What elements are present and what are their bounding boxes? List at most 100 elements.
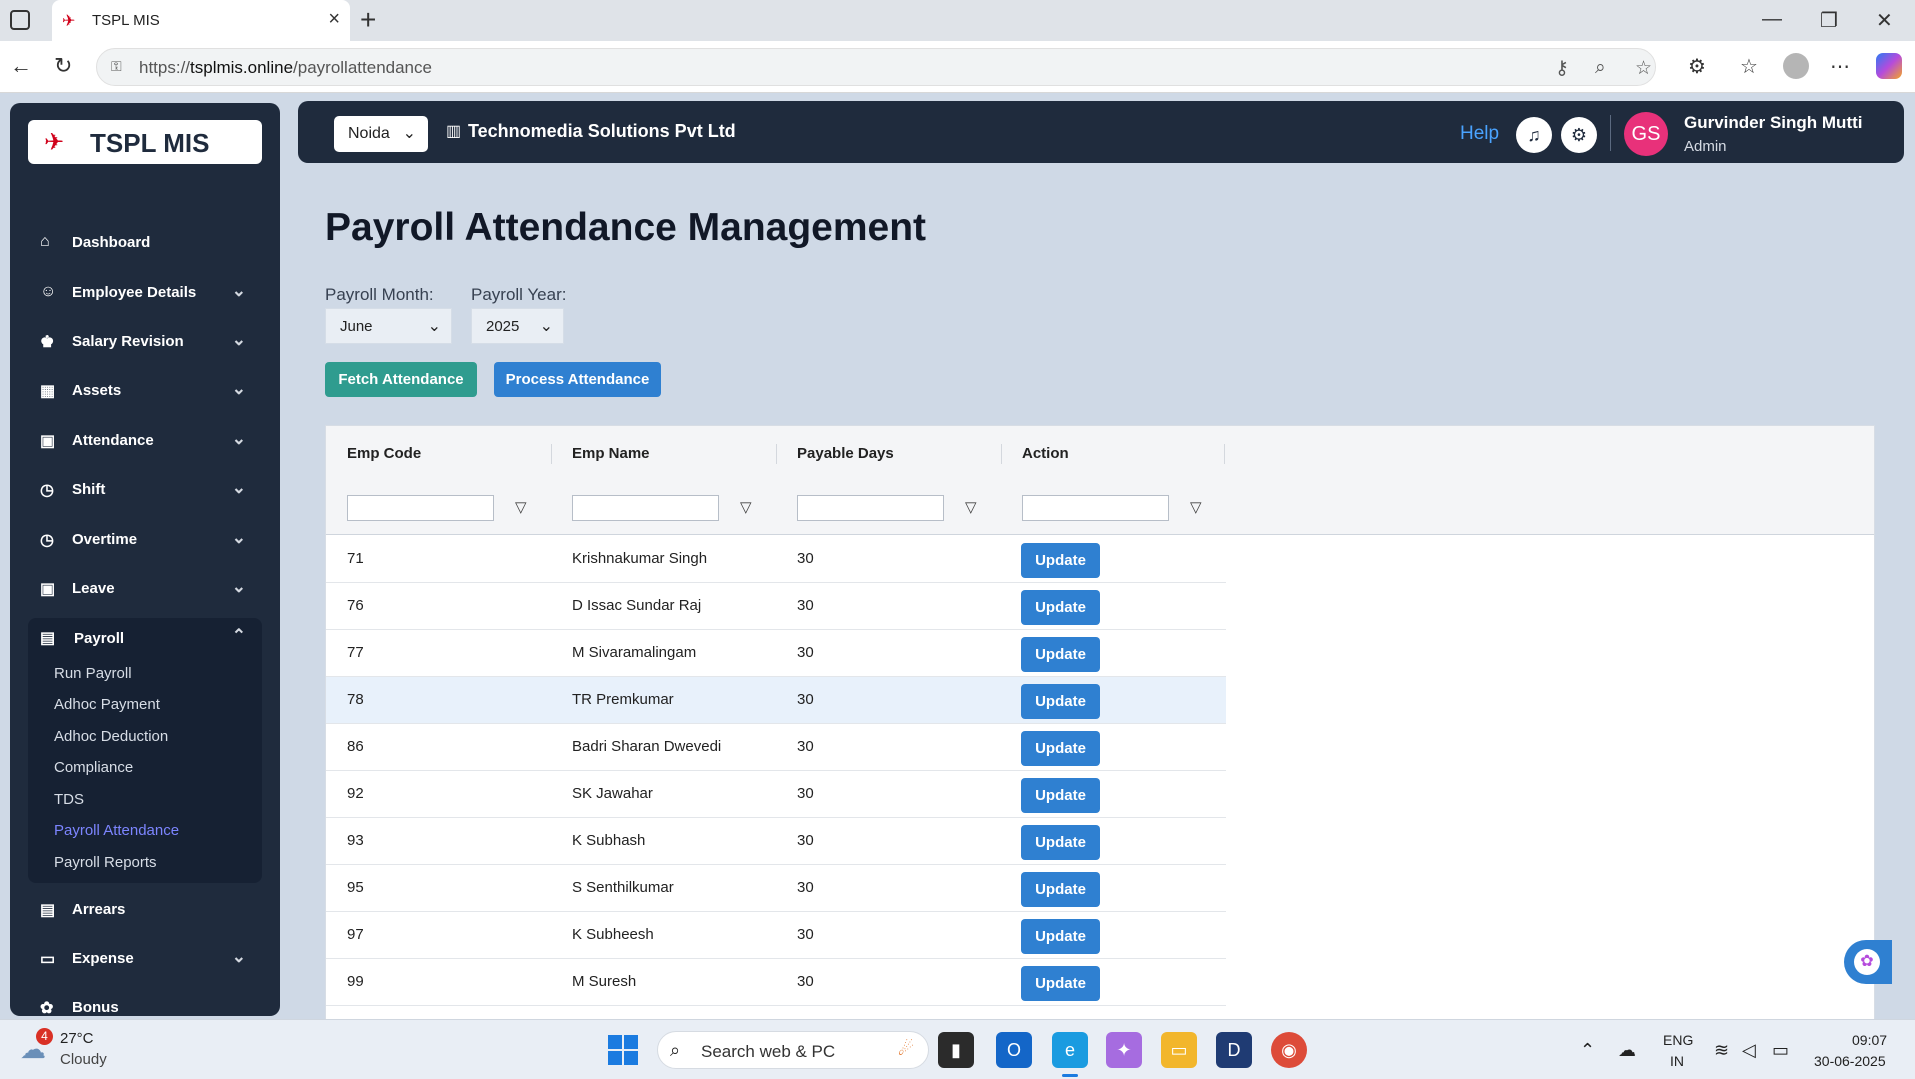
wifi-icon[interactable]: ≋ [1714, 1040, 1729, 1061]
sidebar-sub-run-payroll[interactable]: Run Payroll [54, 665, 132, 682]
table-row[interactable]: 71 Krishnakumar Singh 30 Update [326, 536, 1226, 583]
table-row[interactable]: 95 S Senthilkumar 30 Update [326, 865, 1226, 912]
sidebar-item-leave[interactable]: ▣ Leave ⌄ [28, 569, 262, 609]
user-name[interactable]: Gurvinder Singh Mutti [1684, 113, 1863, 133]
clock-date[interactable]: 30-06-2025 [1814, 1053, 1886, 1069]
help-link[interactable]: Help [1460, 123, 1499, 145]
sidebar-sub-tds[interactable]: TDS [54, 791, 84, 808]
column-separator[interactable] [551, 444, 552, 464]
filter-icon[interactable]: ▽ [515, 498, 527, 516]
column-header-emp-name[interactable]: Emp Name [572, 445, 650, 475]
edge-icon[interactable]: e [1052, 1032, 1088, 1068]
filter-payable-days-input[interactable] [797, 495, 944, 521]
update-button[interactable]: Update [1021, 966, 1100, 1001]
sidebar-item-salary-revision[interactable]: ♚ Salary Revision ⌄ [28, 322, 262, 362]
password-key-icon[interactable]: ⚷ [1555, 57, 1569, 80]
zoom-icon[interactable]: ⌕ [1595, 57, 1606, 79]
app-logo[interactable]: ✈ TSPL MIS [28, 120, 262, 164]
table-row[interactable]: 99 M Suresh 30 Update [326, 959, 1226, 1006]
update-button[interactable]: Update [1021, 872, 1100, 907]
restore-icon[interactable]: ❐ [1820, 8, 1838, 33]
favorites-icon[interactable]: ☆ [1740, 54, 1758, 79]
sidebar-sub-payroll-reports[interactable]: Payroll Reports [54, 854, 157, 871]
sidebar-sub-payroll-attendance[interactable]: Payroll Attendance [54, 822, 179, 839]
filter-emp-code-input[interactable] [347, 495, 494, 521]
weather-temperature[interactable]: 27°C [60, 1030, 94, 1047]
update-button[interactable]: Update [1021, 637, 1100, 672]
windows-start-icon[interactable] [608, 1035, 638, 1065]
filter-action-input[interactable] [1022, 495, 1169, 521]
task-view-icon[interactable]: ▮ [938, 1032, 974, 1068]
update-button[interactable]: Update [1021, 731, 1100, 766]
table-row[interactable]: 76 D Issac Sundar Raj 30 Update [326, 583, 1226, 630]
close-window-icon[interactable]: ✕ [1876, 8, 1893, 33]
taskbar-search[interactable]: ⌕ Search web & PC ☄ [657, 1031, 929, 1069]
sidebar-sub-adhoc-deduction[interactable]: Adhoc Deduction [54, 728, 168, 745]
region-indicator[interactable]: IN [1670, 1053, 1684, 1069]
notification-bell-icon[interactable]: ♫ [1516, 117, 1552, 153]
sidebar-sub-compliance[interactable]: Compliance [54, 759, 133, 776]
table-row[interactable]: 77 M Sivaramalingam 30 Update [326, 630, 1226, 677]
url-text[interactable]: https://tsplmis.online/payrollattendance [139, 58, 432, 78]
column-separator[interactable] [1224, 444, 1225, 464]
update-button[interactable]: Update [1021, 919, 1100, 954]
table-row[interactable]: 97 K Subheesh 30 Update [326, 912, 1226, 959]
sidebar-item-arrears[interactable]: ▤ Arrears [28, 890, 262, 930]
avatar[interactable]: GS [1624, 112, 1668, 156]
update-button[interactable]: Update [1021, 543, 1100, 578]
sidebar-item-payroll[interactable]: ▤ Payroll ⌃ [28, 618, 262, 658]
table-row[interactable]: 78 TR Premkumar 30 Update [326, 677, 1226, 724]
chat-assistant-button[interactable]: ✿ [1844, 940, 1892, 984]
copilot-app-icon[interactable]: ✦ [1106, 1032, 1142, 1068]
update-button[interactable]: Update [1021, 825, 1100, 860]
payroll-year-select[interactable]: 2025 ⌄ [471, 308, 564, 344]
more-menu-icon[interactable]: ⋯ [1830, 54, 1850, 79]
sidebar-item-overtime[interactable]: ◷ Overtime ⌄ [28, 520, 262, 560]
column-header-payable-days[interactable]: Payable Days [797, 445, 894, 475]
weather-description[interactable]: Cloudy [60, 1051, 107, 1068]
minimize-icon[interactable]: — [1762, 8, 1782, 31]
filter-icon[interactable]: ▽ [1190, 498, 1202, 516]
site-info-icon[interactable]: ⚿ [111, 58, 127, 76]
sidebar-item-expense[interactable]: ▭ Expense ⌄ [28, 939, 262, 979]
volume-icon[interactable]: ◁ [1742, 1040, 1756, 1061]
profile-icon[interactable] [1783, 53, 1809, 79]
column-header-emp-code[interactable]: Emp Code [347, 445, 421, 475]
sidebar-item-bonus[interactable]: ✿ Bonus [28, 988, 262, 1016]
filter-icon[interactable]: ▽ [740, 498, 752, 516]
favorite-star-icon[interactable]: ☆ [1635, 57, 1652, 80]
location-select[interactable]: Noida ⌄ [334, 116, 428, 152]
battery-icon[interactable]: ▭ [1772, 1040, 1789, 1061]
sidebar-item-dashboard[interactable]: ⌂ Dashboard [28, 223, 262, 263]
sidebar-item-assets[interactable]: ▦ Assets ⌄ [28, 371, 262, 411]
update-button[interactable]: Update [1021, 684, 1100, 719]
update-button[interactable]: Update [1021, 778, 1100, 813]
tab-close-icon[interactable]: × [328, 8, 340, 31]
onedrive-icon[interactable]: ☁ [1618, 1040, 1636, 1061]
process-attendance-button[interactable]: Process Attendance [494, 362, 661, 397]
table-row[interactable]: 93 K Subhash 30 Update [326, 818, 1226, 865]
sidebar-item-employee-details[interactable]: ☺ Employee Details ⌄ [28, 273, 262, 313]
url-field[interactable]: ⚿ https://tsplmis.online/payrollattendan… [96, 48, 1656, 86]
table-row[interactable]: 86 Badri Sharan Dwevedi 30 Update [326, 724, 1226, 771]
filter-emp-name-input[interactable] [572, 495, 719, 521]
sidebar-sub-adhoc-payment[interactable]: Adhoc Payment [54, 696, 160, 713]
settings-gear-icon[interactable]: ⚙ [1561, 117, 1597, 153]
new-tab-icon[interactable]: + [360, 4, 376, 36]
back-icon[interactable]: ← [10, 53, 32, 79]
clock-time[interactable]: 09:07 [1852, 1032, 1887, 1048]
reload-icon[interactable]: ↻ [54, 53, 72, 79]
column-separator[interactable] [1001, 444, 1002, 464]
column-header-action[interactable]: Action [1022, 445, 1069, 475]
tab-actions-icon[interactable] [10, 10, 30, 30]
chrome-icon[interactable]: ◉ [1271, 1032, 1307, 1068]
browser-tab[interactable]: ✈ TSPL MIS × [52, 0, 350, 41]
filter-icon[interactable]: ▽ [965, 498, 977, 516]
language-indicator[interactable]: ENG [1663, 1032, 1693, 1048]
update-button[interactable]: Update [1021, 590, 1100, 625]
sidebar-item-attendance[interactable]: ▣ Attendance ⌄ [28, 421, 262, 461]
fetch-attendance-button[interactable]: Fetch Attendance [325, 362, 477, 397]
dell-icon[interactable]: D [1216, 1032, 1252, 1068]
column-separator[interactable] [776, 444, 777, 464]
payroll-month-select[interactable]: June ⌄ [325, 308, 452, 344]
